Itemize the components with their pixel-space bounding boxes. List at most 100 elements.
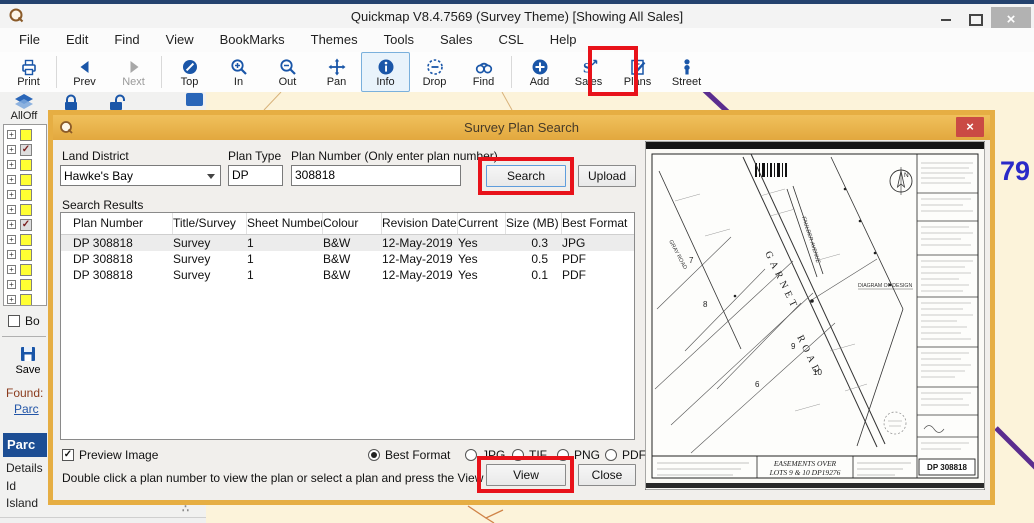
col-colour[interactable]: Colour [323,213,382,234]
tree-row[interactable]: + [4,172,46,187]
toolbar-zoom-in[interactable]: In [214,52,263,92]
table-row[interactable]: DP 308818Survey1B&W12-May-2019Yes0.3JPG [61,235,634,251]
tree-row[interactable]: + [4,292,46,306]
menu-tools[interactable]: Tools [371,28,427,52]
toolbar-street[interactable]: Street [662,52,711,92]
col-plan-number[interactable]: Plan Number [73,213,173,234]
binoculars-icon [474,57,494,77]
sidebar-item-id[interactable]: Id [6,479,46,493]
expand-icon[interactable]: + [7,250,16,259]
expand-icon[interactable]: + [7,235,16,244]
layer-checkbox[interactable] [20,279,32,291]
layer-checkbox-checked[interactable]: ✓ [20,144,32,156]
expand-icon[interactable]: + [7,190,16,199]
layer-tool-icon[interactable] [186,93,203,106]
expand-icon[interactable]: + [7,295,16,304]
menu-view[interactable]: View [153,28,207,52]
col-size-mb[interactable]: Size (MB) [506,213,562,234]
layer-checkbox[interactable] [20,234,32,246]
menu-find[interactable]: Find [101,28,152,52]
plan-type-input[interactable]: DP [228,165,283,186]
expand-icon[interactable]: + [7,160,16,169]
window-titlebar[interactable]: Quickmap V8.4.7569 (Survey Theme) [Showi… [0,4,1034,29]
sidebar-item-island[interactable]: Island [6,496,46,510]
tree-row[interactable]: + [4,262,46,277]
expand-icon[interactable]: + [7,205,16,214]
preview-image-checkbox[interactable]: ✓ Preview Image [62,448,158,462]
menu-csl[interactable]: CSL [486,28,537,52]
save-button[interactable]: Save [12,344,44,376]
menu-edit[interactable]: Edit [53,28,101,52]
tree-row[interactable]: + [4,127,46,142]
tree-row[interactable]: + [4,232,46,247]
tree-row[interactable]: + [4,187,46,202]
table-row[interactable]: DP 308818Survey1B&W12-May-2019Yes0.1PDF [61,267,634,283]
menu-bar: File Edit Find View BookMarks Themes Too… [0,28,1034,52]
radio-best-format[interactable]: Best Format [368,448,450,462]
menu-help[interactable]: Help [537,28,590,52]
tree-row[interactable]: + [4,202,46,217]
plan-number-input[interactable]: 308818 [291,165,461,186]
expand-icon[interactable]: + [7,145,16,154]
layer-checkbox[interactable] [20,264,32,276]
unlock-icon[interactable] [106,93,130,111]
layer-checkbox-checked[interactable]: ✓ [20,219,32,231]
expand-icon[interactable]: + [7,265,16,274]
toolbar-prev[interactable]: Prev [60,52,109,92]
found-parcel-link[interactable]: Parc [14,402,46,416]
table-row[interactable]: DP 308818Survey1B&W12-May-2019Yes0.5PDF [61,251,634,267]
results-table: Plan Number Title/Survey Sheet Number Co… [60,212,635,440]
layer-checkbox[interactable] [20,159,32,171]
toolbar-find[interactable]: Find [459,52,508,92]
lock-icon[interactable] [60,93,82,111]
expand-icon[interactable]: + [7,280,16,289]
top-icon [180,57,200,77]
layer-checkbox[interactable] [20,189,32,201]
land-district-select[interactable]: Hawke's Bay [60,165,221,186]
layer-checkbox[interactable] [20,174,32,186]
found-label: Found: [6,386,46,400]
toolbar-separator [56,56,57,88]
dialog-titlebar[interactable]: Survey Plan Search × [53,115,990,140]
col-current[interactable]: Current [458,213,506,234]
parcel-panel-header[interactable]: Parc [3,433,47,457]
tree-row[interactable]: + [4,247,46,262]
dialog-close-button[interactable]: × [956,117,984,137]
tree-row[interactable]: + [4,277,46,292]
toolbar-top[interactable]: Top [165,52,214,92]
toolbar-print[interactable]: Print [4,52,53,92]
menu-bookmarks[interactable]: BookMarks [207,28,298,52]
menu-file[interactable]: File [6,28,53,52]
menu-themes[interactable]: Themes [298,28,371,52]
col-best-format[interactable]: Best Format [562,213,634,234]
layer-checkbox[interactable] [20,204,32,216]
toolbar-info[interactable]: Info [361,52,410,92]
col-revision-date[interactable]: Revision Date [382,213,458,234]
close-dialog-button[interactable]: Close [578,464,636,486]
dialog-title: Survey Plan Search [53,120,990,135]
col-sheet-number[interactable]: Sheet Number [247,213,323,234]
menu-sales[interactable]: Sales [427,28,486,52]
toolbar-zoom-out[interactable]: Out [263,52,312,92]
annotation-box-search [478,157,574,195]
layer-checkbox[interactable] [20,129,32,141]
tree-row[interactable]: +✓ [4,142,46,157]
toolbar-next[interactable]: Next [109,52,158,92]
alloff-button[interactable]: AllOff [2,94,46,126]
toolbar-pan[interactable]: Pan [312,52,361,92]
expand-icon[interactable]: + [7,175,16,184]
expand-icon[interactable]: + [7,220,16,229]
toolbar-drop[interactable]: Drop [410,52,459,92]
radio-pdf[interactable]: PDF [605,448,646,462]
expand-icon[interactable]: + [7,130,16,139]
tree-row[interactable]: + [4,157,46,172]
toolbar-add[interactable]: Add [515,52,564,92]
layer-toggle-checkbox[interactable]: Bo [8,314,40,328]
tree-row[interactable]: +✓ [4,217,46,232]
layer-checkbox[interactable] [20,249,32,261]
layer-checkbox[interactable] [20,294,32,306]
dialog-body: Land District Hawke's Bay Plan Type DP P… [53,140,990,500]
upload-button[interactable]: Upload [578,165,636,187]
sidebar-item-details[interactable]: Details [6,461,46,475]
col-title-survey[interactable]: Title/Survey [173,213,247,234]
